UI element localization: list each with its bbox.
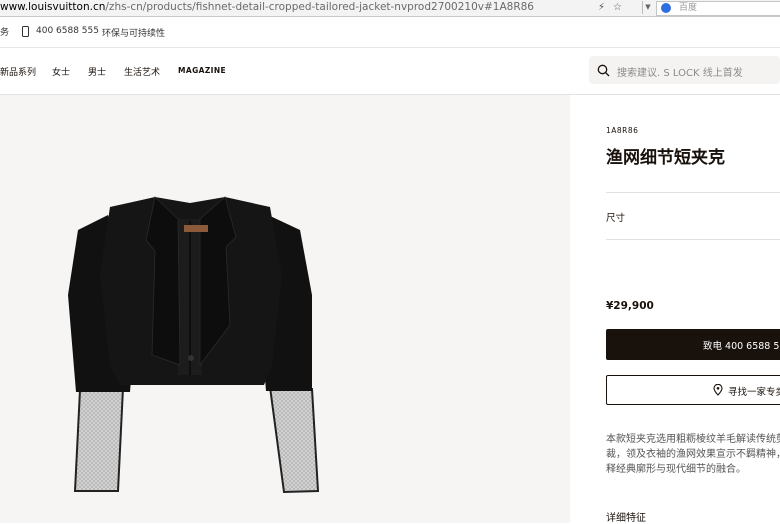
customer-service-link[interactable]: 务	[0, 25, 9, 38]
location-pin-icon	[713, 384, 723, 396]
product-gallery[interactable]	[0, 95, 570, 523]
main-navigation: 新品系列 女士 男士 生活艺术 MAGAZINE 搜索建议. S LOCK 线上…	[0, 48, 780, 95]
product-description: 本款短夹克选用粗粝棱纹羊毛解读传统剪裁，领及衣袖的渔网效果宣示不羁精神，诠释经典…	[606, 434, 780, 475]
search-engine-placeholder: 百度	[679, 3, 698, 13]
nav-item-new[interactable]: 新品系列	[0, 65, 36, 78]
lightning-icon[interactable]: ⚡	[598, 0, 605, 16]
size-selector[interactable]: 尺寸	[606, 210, 625, 224]
find-store-label: 寻找一家专卖店	[728, 387, 780, 398]
call-button-label: 致电 400 6588 555	[703, 341, 780, 352]
details-toggle[interactable]: 详细特征	[606, 509, 646, 524]
search-input[interactable]: 搜索建议. S LOCK 线上首发	[589, 56, 780, 84]
nav-item-magazine[interactable]: MAGAZINE	[178, 66, 226, 75]
product-price: ¥29,900	[606, 300, 654, 312]
address-bar[interactable]: www.louisvuitton.cn/zhs-cn/products/fish…	[0, 0, 534, 16]
url-host: www.louisvuitton.cn	[0, 1, 106, 13]
product-image	[68, 196, 320, 494]
phone-number-link[interactable]: 400 6588 555	[36, 26, 99, 36]
phone-icon	[22, 26, 29, 37]
browser-toolbar: www.louisvuitton.cn/zhs-cn/products/fish…	[0, 0, 780, 17]
product-sku: 1A8R86	[606, 126, 639, 135]
search-placeholder: 搜索建议. S LOCK 线上首发	[617, 68, 743, 79]
product-info-panel: 1A8R86 渔网细节短夹克 尺寸 ¥29,900 致电 400 6588 55…	[570, 95, 780, 524]
search-engine-box[interactable]: 百度	[656, 1, 780, 16]
divider	[606, 192, 780, 193]
divider	[606, 239, 780, 240]
bookmark-star-icon[interactable]: ☆	[613, 0, 622, 16]
search-icon	[597, 64, 610, 77]
nav-item-men[interactable]: 男士	[88, 65, 106, 78]
url-path: /zhs-cn/products/fishnet-detail-cropped-…	[105, 1, 534, 13]
chevron-down-icon[interactable]: ▼	[642, 1, 653, 14]
find-store-button[interactable]: 寻找一家专卖店	[606, 375, 780, 405]
utility-bar: 务 400 6588 555 环保与可持续性	[0, 17, 780, 48]
call-button[interactable]: 致电 400 6588 555	[606, 329, 780, 360]
sustainability-link[interactable]: 环保与可持续性	[102, 26, 165, 39]
nav-item-women[interactable]: 女士	[52, 65, 70, 78]
product-title: 渔网细节短夹克	[606, 148, 725, 168]
nav-item-art-of-living[interactable]: 生活艺术	[124, 65, 160, 78]
baidu-logo-icon	[661, 3, 671, 13]
